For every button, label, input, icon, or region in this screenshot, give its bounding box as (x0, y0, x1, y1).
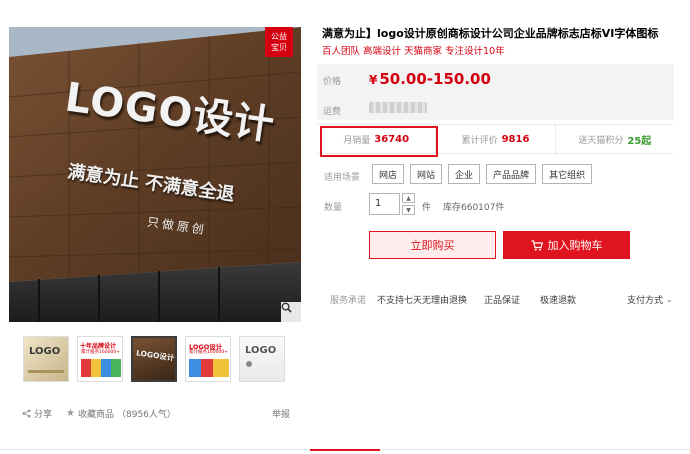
tmall-points: 送天猫积分 25起 (578, 135, 652, 147)
favorite-button[interactable]: ★ 收藏商品 （8956人气） (66, 407, 176, 420)
product-subtitle: 百人团队 高端设计 天猫商家 专注设计10年 (322, 46, 505, 57)
magnifier-icon (281, 302, 292, 313)
zoom-button[interactable] (281, 302, 301, 322)
monthly-sales: 月销量 36740 (317, 125, 437, 153)
chevron-down-icon: ⌄ (666, 295, 673, 304)
share-bar: 分享 ★ 收藏商品 （8956人气） 举报 (22, 405, 290, 421)
service-genuine-guarantee[interactable]: 正品保证 (484, 293, 520, 306)
product-title: 满意为止】logo设计原创商标设计公司企业品牌标志店标VI字体图标 (322, 27, 659, 40)
quantity-input[interactable]: 1 (369, 193, 400, 215)
quantity-decrease-button[interactable]: ▼ (402, 205, 415, 215)
favorite-count: （8956人气） (117, 409, 176, 420)
scene-option-enterprise[interactable]: 企业 (448, 164, 481, 184)
thumbnail-3[interactable]: LOGO设计 (131, 336, 177, 382)
scene-options: 网店 网站 企业 产品品牌 其它组织 (372, 164, 593, 184)
add-to-cart-button[interactable]: 加入购物车 (503, 231, 630, 259)
thumbnail-1[interactable]: LOGO (23, 336, 69, 382)
cart-icon (531, 239, 543, 251)
thumbnail-4[interactable]: LOGO设计 累计服务160000+ (185, 336, 231, 382)
chevron-up-icon: ▲ (406, 194, 411, 202)
payment-methods-dropdown[interactable]: 支付方式 ⌄ (627, 293, 673, 306)
thumbnail-2[interactable]: 十年品牌设计 累计服务160000+ (77, 336, 123, 382)
scene-option-product-brand[interactable]: 产品品牌 (486, 164, 537, 184)
service-no-7day-return[interactable]: 不支持七天无理由退换 (377, 293, 467, 306)
scene-label: 适用场景 (324, 173, 361, 183)
chevron-down-icon: ▼ (406, 206, 411, 214)
scene-option-online-store[interactable]: 网店 (372, 164, 405, 184)
price-value: ¥50.00-150.00 (369, 70, 491, 88)
quantity-unit: 件 (422, 203, 432, 213)
scene-option-website[interactable]: 网站 (410, 164, 443, 184)
thumbnail-5[interactable]: LOGO (239, 336, 285, 382)
share-icon (22, 408, 31, 418)
share-button[interactable]: 分享 (22, 407, 52, 420)
service-fast-refund[interactable]: 极速退款 (540, 293, 576, 306)
charity-badge: 公益 宝贝 (265, 27, 293, 57)
report-link[interactable]: 举报 (272, 407, 290, 420)
quantity-increase-button[interactable]: ▲ (402, 193, 415, 203)
sales-stats: 月销量 36740 累计评价 9816 送天猫积分 25起 (317, 124, 674, 154)
total-reviews[interactable]: 累计评价 9816 (436, 125, 556, 153)
service-promise-label: 服务承诺 (330, 296, 367, 306)
stock-count: 库存660107件 (443, 203, 505, 213)
buy-now-button[interactable]: 立即购买 (369, 231, 496, 259)
thumbnail-strip: LOGO 十年品牌设计 累计服务160000+ LOGO设计 LOGO设计 累计… (23, 336, 285, 384)
scene-option-other[interactable]: 其它组织 (542, 164, 593, 184)
shipping-value-blurred (369, 102, 427, 113)
main-product-image[interactable]: LOGO设计 满意为止 不满意全退 只做原创 公益 宝贝 (9, 27, 301, 322)
page-divider (0, 449, 690, 454)
shipping-label: 运费 (323, 107, 342, 117)
quantity-label: 数量 (324, 203, 343, 213)
price-panel: 价格 ¥50.00-150.00 运费 (317, 64, 674, 120)
star-icon: ★ (66, 407, 75, 419)
price-label: 价格 (323, 77, 342, 87)
